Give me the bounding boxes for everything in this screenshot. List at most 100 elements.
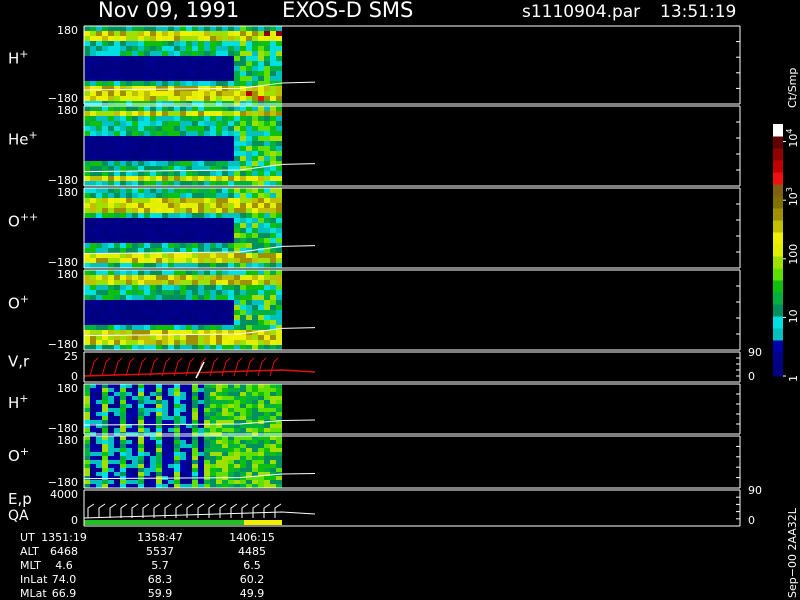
heatmap-cell	[240, 71, 246, 76]
heatmap-cell	[120, 238, 126, 243]
heatmap-cell	[84, 400, 90, 404]
heatmap-cell	[90, 400, 96, 404]
heatmap-cell	[198, 56, 204, 61]
footer-value: 49.9	[240, 587, 265, 600]
heatmap-cell	[120, 86, 126, 91]
heatmap-cell	[180, 270, 186, 275]
heatmap-cell	[144, 448, 150, 452]
heatmap-cell	[108, 392, 114, 396]
heatmap-cell	[210, 388, 216, 392]
heatmap-cell	[174, 325, 180, 330]
heatmap-cell	[90, 121, 96, 126]
heatmap-cell	[228, 41, 234, 46]
heatmap-cell	[180, 111, 186, 116]
heatmap-cell	[270, 26, 276, 31]
heatmap-cell	[138, 325, 144, 330]
heatmap-cell	[150, 345, 156, 350]
heatmap-cell	[96, 161, 102, 166]
heatmap-cell	[192, 96, 198, 101]
velocity-tick	[89, 357, 99, 377]
heatmap-cell	[276, 91, 282, 96]
heatmap-cell	[150, 86, 156, 91]
heatmap-cell	[210, 56, 216, 61]
heatmap-cell	[240, 171, 246, 176]
heatmap-cell	[108, 412, 114, 416]
heatmap-cell	[204, 335, 210, 340]
heatmap-cell	[108, 280, 114, 285]
heatmap-cell	[120, 126, 126, 131]
heatmap-cell	[174, 416, 180, 420]
heatmap-cell	[96, 76, 102, 81]
heatmap-cell	[192, 310, 198, 315]
heatmap-cell	[252, 320, 258, 325]
heatmap-cell	[222, 388, 228, 392]
colorbar-swatch	[773, 256, 783, 269]
heatmap-cell	[210, 452, 216, 456]
heatmap-cell	[264, 86, 270, 91]
heatmap-cell	[258, 56, 264, 61]
heatmap-cell	[234, 428, 240, 432]
heatmap-cell	[222, 41, 228, 46]
heatmap-cell	[180, 448, 186, 452]
heatmap-cell	[258, 408, 264, 412]
heatmap-cell	[276, 476, 282, 480]
heatmap-cell	[132, 456, 138, 460]
heatmap-cell	[96, 96, 102, 101]
heatmap-cell	[252, 263, 258, 268]
heatmap-cell	[108, 66, 114, 71]
heatmap-cell	[114, 233, 120, 238]
heatmap-cell	[108, 275, 114, 280]
heatmap-cell	[102, 96, 108, 101]
heatmap-cell	[114, 76, 120, 81]
velocity-tick	[245, 357, 255, 377]
heatmap-cell	[258, 325, 264, 330]
heatmap-cell	[114, 188, 120, 193]
heatmap-cell	[138, 166, 144, 171]
heatmap-cell	[90, 275, 96, 280]
colorbar-tick-label: 103	[785, 187, 800, 206]
panel-label-he-plus: He+	[8, 128, 38, 148]
heatmap-cell	[246, 424, 252, 428]
heatmap-cell	[102, 436, 108, 440]
heatmap-cell	[228, 263, 234, 268]
heatmap-cell	[198, 258, 204, 263]
heatmap-cell	[222, 396, 228, 400]
heatmap-cell	[210, 121, 216, 126]
heatmap-cell	[252, 243, 258, 248]
heatmap-cell	[174, 315, 180, 320]
heatmap-cell	[210, 91, 216, 96]
heatmap-cell	[162, 400, 168, 404]
heatmap-cell	[90, 396, 96, 400]
exos-d-sms-plot: Nov 09, 1991 EXOS-D SMS s1110904.par 13:…	[8, 0, 800, 600]
heatmap-cell	[198, 71, 204, 76]
heatmap-cell	[192, 213, 198, 218]
heatmap-cell	[276, 223, 282, 228]
heatmap-cell	[270, 41, 276, 46]
heatmap-cell	[210, 275, 216, 280]
heatmap-cell	[114, 208, 120, 213]
heatmap-cell	[270, 166, 276, 171]
heatmap-cell	[246, 253, 252, 258]
heatmap-cell	[222, 46, 228, 51]
heatmap-cell	[186, 161, 192, 166]
heatmap-cell	[144, 270, 150, 275]
heatmap-cell	[180, 285, 186, 290]
heatmap-cell	[186, 208, 192, 213]
heatmap-cell	[216, 151, 222, 156]
heatmap-cell	[264, 275, 270, 280]
heatmap-cell	[132, 166, 138, 171]
heatmap-cell	[240, 243, 246, 248]
heatmap-cell	[186, 26, 192, 31]
heatmap-cell	[210, 263, 216, 268]
heatmap-cell	[90, 193, 96, 198]
heatmap-cell	[252, 41, 258, 46]
heatmap-cell	[120, 188, 126, 193]
heatmap-cell	[276, 198, 282, 203]
heatmap-cell	[180, 203, 186, 208]
heatmap-cell	[234, 412, 240, 416]
heatmap-cell	[114, 193, 120, 198]
heatmap-cell	[120, 436, 126, 440]
heatmap-cell	[102, 310, 108, 315]
heatmap-cell	[216, 472, 222, 476]
heatmap-cell	[168, 181, 174, 186]
